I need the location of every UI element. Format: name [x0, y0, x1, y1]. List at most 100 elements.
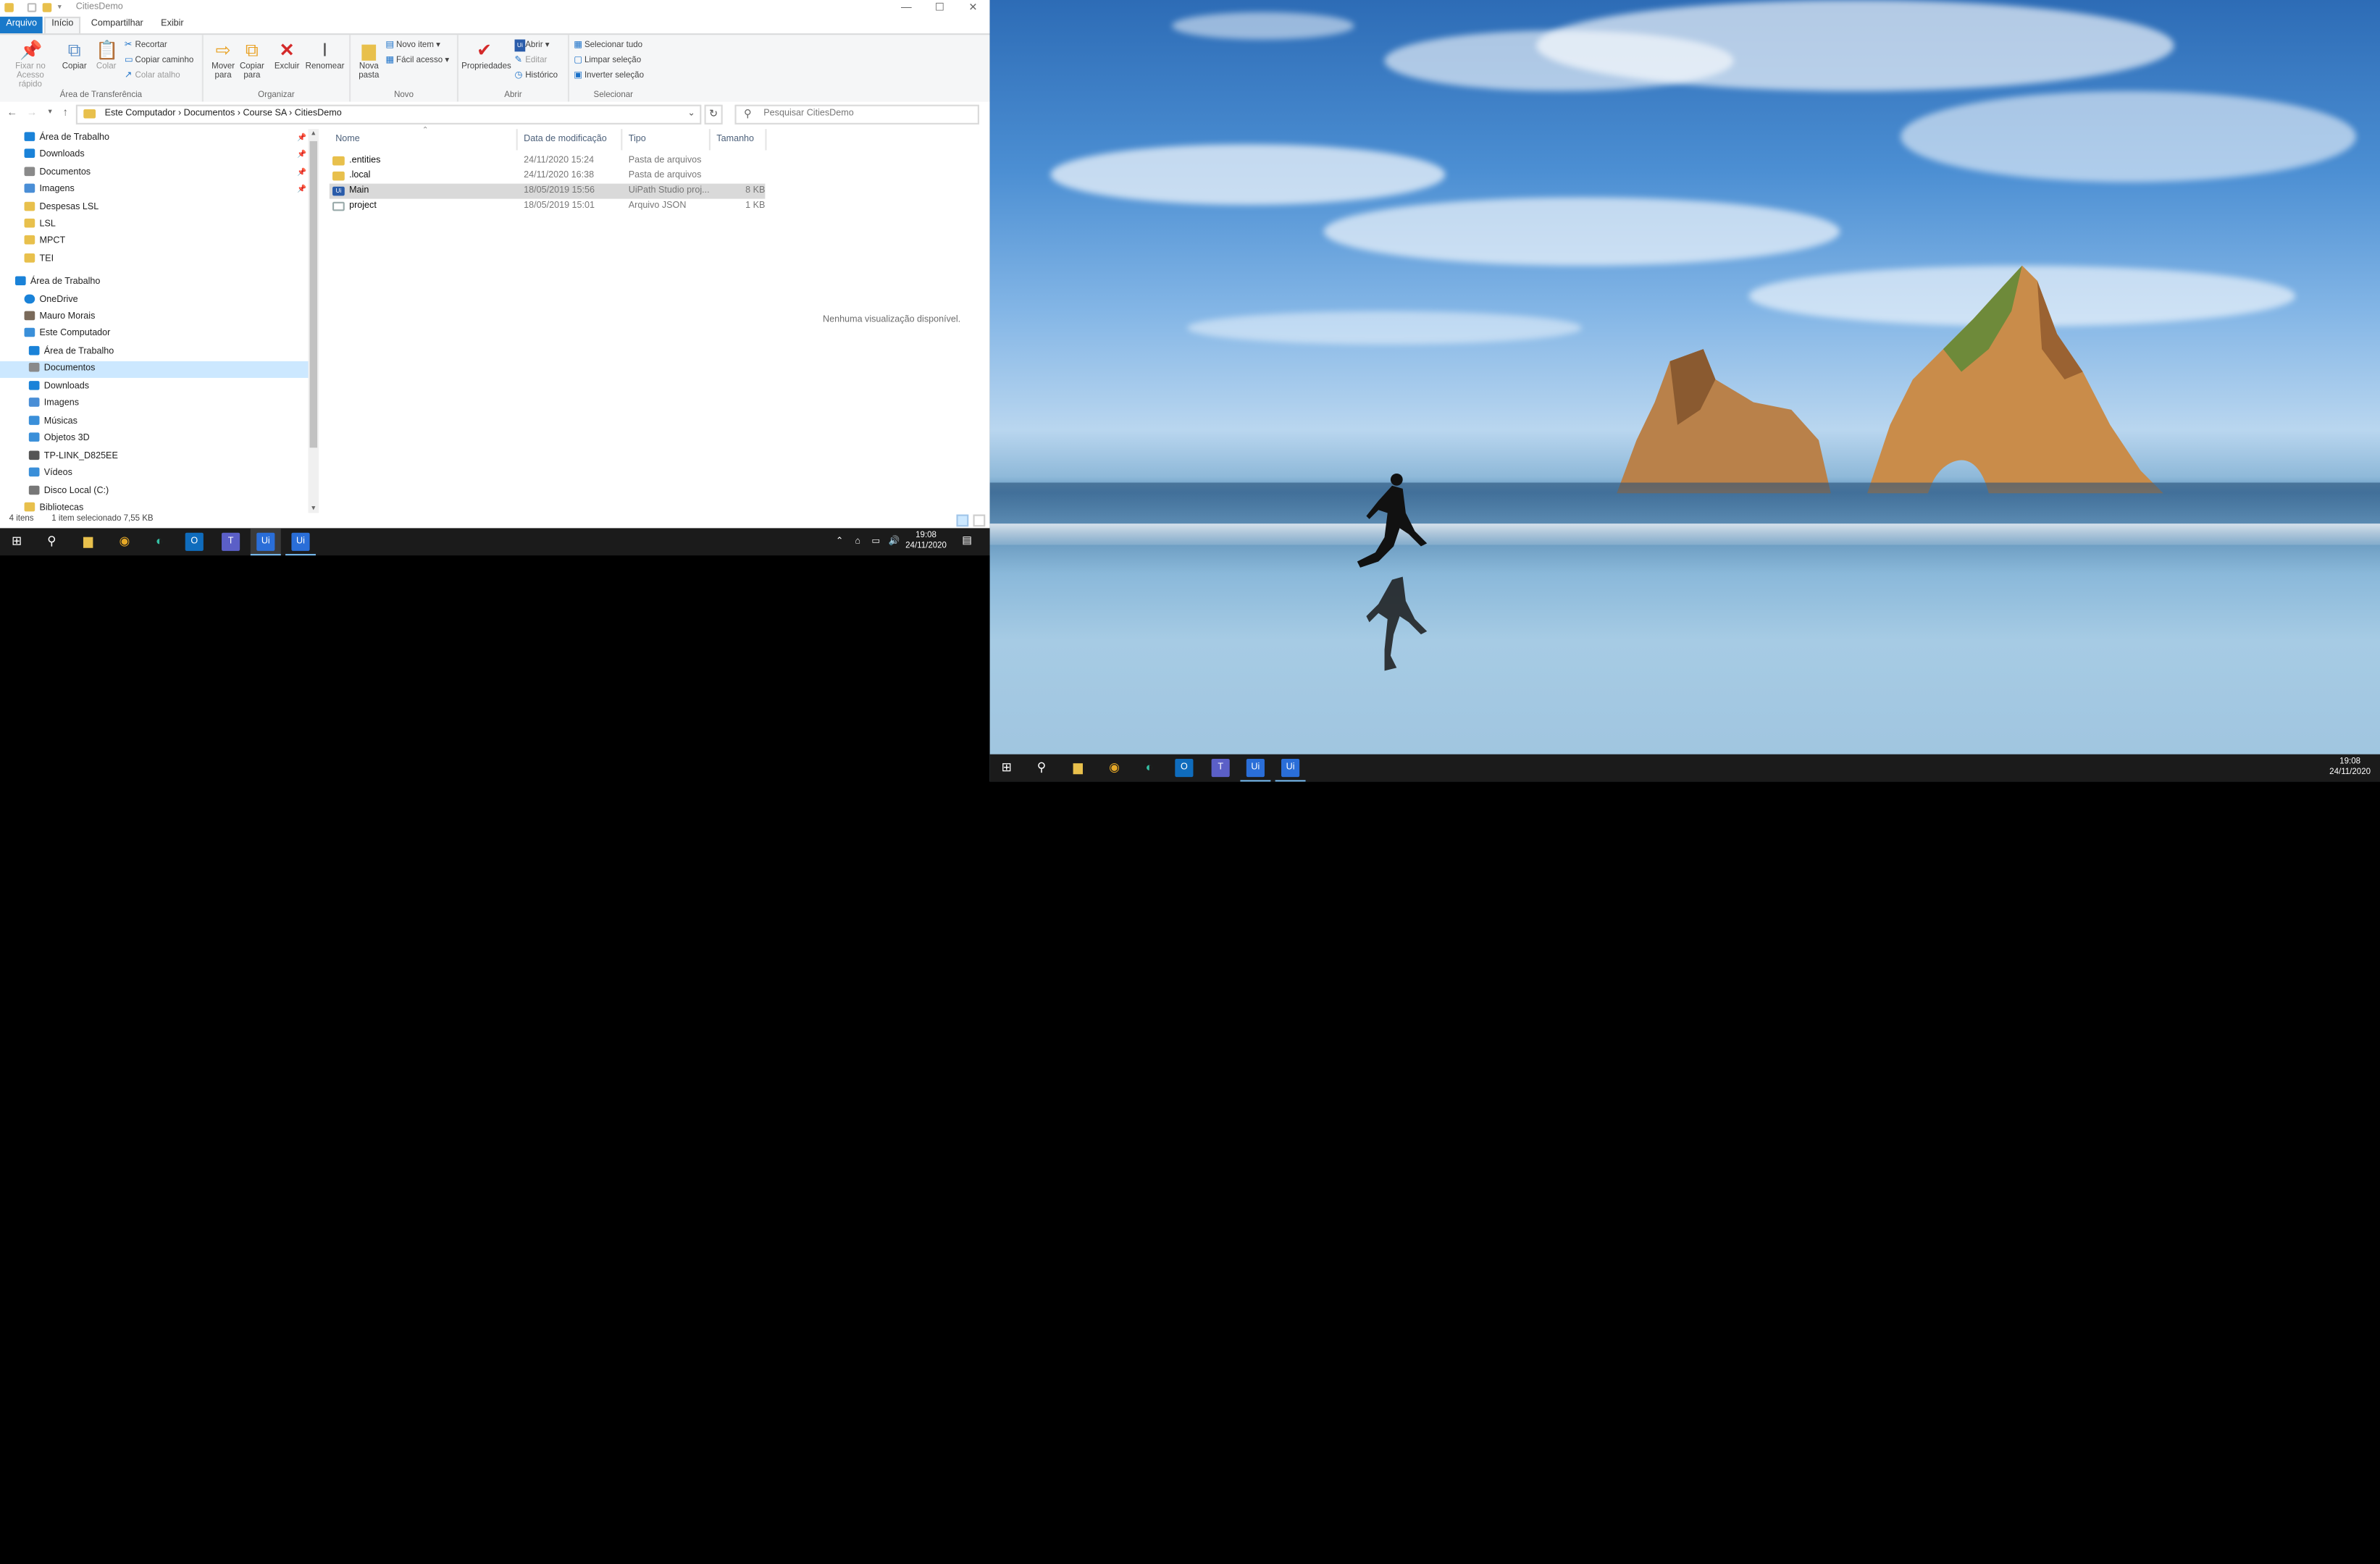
- forward-arrow-icon[interactable]: →: [25, 108, 40, 119]
- column-header-name[interactable]: Nome: [335, 129, 360, 150]
- select-none-button[interactable]: ▢ Limpar seleção: [574, 54, 641, 67]
- edge-icon[interactable]: ◐: [151, 533, 169, 551]
- chrome-icon[interactable]: ◉: [1105, 759, 1123, 777]
- cut-button[interactable]: ✂ Recortar: [125, 39, 167, 51]
- nav-item-3d-objects[interactable]: Objetos 3D: [28, 431, 90, 447]
- scroll-down-icon[interactable]: ▾: [308, 504, 319, 513]
- nav-item-network-drive[interactable]: TP-LINK_D825EE: [28, 449, 118, 466]
- nav-item-desktop-root[interactable]: Área de Trabalho: [14, 274, 100, 291]
- search-icon[interactable]: ⚲: [1032, 759, 1050, 777]
- volume-icon[interactable]: 🔊: [885, 533, 903, 551]
- nav-item-lsl[interactable]: LSL: [24, 217, 56, 234]
- column-divider[interactable]: [621, 129, 623, 151]
- uipath-robot-icon[interactable]: Ui: [1281, 759, 1300, 778]
- outlook-icon[interactable]: O: [1175, 759, 1194, 778]
- column-header-type[interactable]: Tipo: [629, 129, 646, 150]
- pin-quick-access-button[interactable]: 📌 Fixar no Acesso rápido: [6, 39, 54, 89]
- copy-path-button[interactable]: ▭ Copiar caminho: [125, 54, 193, 67]
- search-icon[interactable]: ⚲: [43, 533, 61, 551]
- file-explorer-icon[interactable]: ▆: [1069, 759, 1087, 777]
- tab-inicio[interactable]: Início: [43, 17, 81, 35]
- copy-to-button[interactable]: ⧉ Copiar para: [234, 39, 270, 80]
- column-divider[interactable]: [765, 129, 767, 151]
- paste-shortcut-button[interactable]: ↗ Colar atalho: [125, 70, 180, 82]
- nav-item-documents-pinned[interactable]: Documentos 📌: [24, 165, 306, 182]
- nav-item-downloads-pc[interactable]: Downloads: [28, 379, 89, 396]
- properties-button[interactable]: ✔ Propriedades: [461, 39, 511, 71]
- nav-item-downloads-pinned[interactable]: Downloads 📌: [24, 147, 306, 164]
- file-row[interactable]: .local 24/11/2020 16:38 Pasta de arquivo…: [330, 169, 766, 184]
- delete-button[interactable]: ✕ Excluir: [269, 39, 305, 71]
- nav-item-despesas-lsl[interactable]: Despesas LSL: [24, 201, 99, 217]
- up-arrow-icon[interactable]: ↑: [58, 108, 73, 119]
- rename-button[interactable]: Ⅰ Renomear: [303, 39, 346, 71]
- nav-item-mpct[interactable]: MPCT: [24, 234, 65, 251]
- nav-item-onedrive[interactable]: OneDrive: [24, 293, 78, 310]
- column-divider[interactable]: [516, 129, 518, 151]
- refresh-icon[interactable]: ↻: [704, 104, 723, 125]
- scrollbar-thumb[interactable]: [309, 140, 318, 448]
- close-button[interactable]: ✕: [956, 0, 989, 17]
- search-input[interactable]: ⚲ Pesquisar CitiesDemo: [734, 104, 979, 125]
- outlook-icon[interactable]: O: [185, 532, 204, 551]
- clock[interactable]: 19:08 24/11/2020: [2326, 757, 2374, 778]
- recent-dropdown-icon[interactable]: ▾: [43, 108, 58, 117]
- open-button[interactable]: Ui Abrir ▾: [514, 39, 550, 52]
- properties-quick-icon[interactable]: [27, 3, 37, 12]
- edge-icon[interactable]: ◐: [1140, 759, 1158, 777]
- clock[interactable]: 19:08 24/11/2020: [905, 531, 947, 552]
- back-arrow-icon[interactable]: ←: [4, 108, 20, 119]
- windows-start-icon[interactable]: ⊞: [997, 759, 1015, 777]
- tab-exibir[interactable]: Exibir: [155, 17, 190, 33]
- teams-icon[interactable]: T: [1211, 759, 1230, 778]
- paste-button[interactable]: 📋 Colar: [88, 39, 125, 71]
- column-divider[interactable]: [708, 129, 711, 151]
- nav-item-desktop-pinned[interactable]: Área de Trabalho 📌: [24, 130, 306, 147]
- nav-item-desktop-pc[interactable]: Área de Trabalho: [28, 345, 114, 361]
- quick-access-dropdown-icon[interactable]: ▾: [58, 3, 67, 12]
- nav-item-pictures-pinned[interactable]: Imagens 📌: [24, 182, 306, 199]
- minimize-button[interactable]: —: [889, 0, 923, 17]
- history-button[interactable]: ◷ Histórico: [515, 70, 558, 82]
- chrome-icon[interactable]: ◉: [115, 533, 133, 551]
- teams-icon[interactable]: T: [222, 532, 240, 551]
- chevron-down-icon[interactable]: ⌄: [687, 108, 695, 119]
- nav-item-pictures-pc[interactable]: Imagens: [28, 396, 79, 413]
- nav-item-music[interactable]: Músicas: [28, 414, 77, 431]
- file-row[interactable]: .entities 24/11/2020 15:24 Pasta de arqu…: [330, 154, 766, 169]
- easy-access-button[interactable]: ▦ Fácil acesso ▾: [385, 54, 449, 67]
- chevron-up-icon[interactable]: ⌃: [831, 533, 849, 551]
- nav-item-local-disk[interactable]: Disco Local (C:): [28, 484, 109, 501]
- select-all-button[interactable]: ▦ Selecionar tudo: [574, 39, 642, 51]
- tab-compartilhar[interactable]: Compartilhar: [85, 17, 149, 33]
- battery-icon[interactable]: ▭: [867, 533, 885, 551]
- nav-item-tei[interactable]: TEI: [24, 252, 54, 269]
- uipath-studio-icon[interactable]: Ui: [1246, 759, 1265, 778]
- windows-start-icon[interactable]: ⊞: [7, 533, 25, 551]
- column-header-size[interactable]: Tamanho: [716, 129, 754, 150]
- breadcrumb[interactable]: Este Computador › Documentos › Course SA…: [105, 109, 342, 119]
- uipath-robot-icon[interactable]: Ui: [291, 532, 310, 551]
- file-row-selected[interactable]: Ui Main 18/05/2019 15:56 UiPath Studio p…: [329, 183, 765, 199]
- copy-button[interactable]: ⧉ Copiar: [56, 39, 93, 71]
- nav-item-documents-selected[interactable]: Documentos: [0, 361, 309, 378]
- column-header-date[interactable]: Data de modificação: [524, 129, 607, 150]
- file-explorer-icon[interactable]: ▆: [79, 533, 97, 551]
- nav-scrollbar[interactable]: ▴ ▾: [308, 129, 319, 513]
- nav-item-user[interactable]: Mauro Morais: [24, 310, 96, 327]
- nav-item-libraries[interactable]: Bibliotecas: [24, 501, 84, 513]
- network-icon[interactable]: ⌂: [849, 533, 867, 551]
- nav-item-videos[interactable]: Vídeos: [28, 466, 72, 482]
- maximize-button[interactable]: ☐: [923, 0, 956, 17]
- scroll-up-icon[interactable]: ▴: [308, 129, 319, 138]
- new-folder-quick-icon[interactable]: [42, 3, 52, 12]
- address-field[interactable]: Este Computador › Documentos › Course SA…: [75, 104, 702, 125]
- edit-button[interactable]: ✎ Editar: [515, 54, 548, 67]
- invert-selection-button[interactable]: ▣ Inverter seleção: [574, 70, 644, 82]
- uipath-studio-icon[interactable]: Ui: [256, 532, 275, 551]
- notification-icon[interactable]: ▤: [958, 533, 976, 551]
- large-icons-view-icon[interactable]: [973, 514, 986, 527]
- new-folder-button[interactable]: ▆ Nova pasta: [351, 39, 387, 80]
- file-row[interactable]: project 18/05/2019 15:01 Arquivo JSON 1 …: [330, 199, 765, 214]
- tab-arquivo[interactable]: Arquivo: [0, 17, 43, 34]
